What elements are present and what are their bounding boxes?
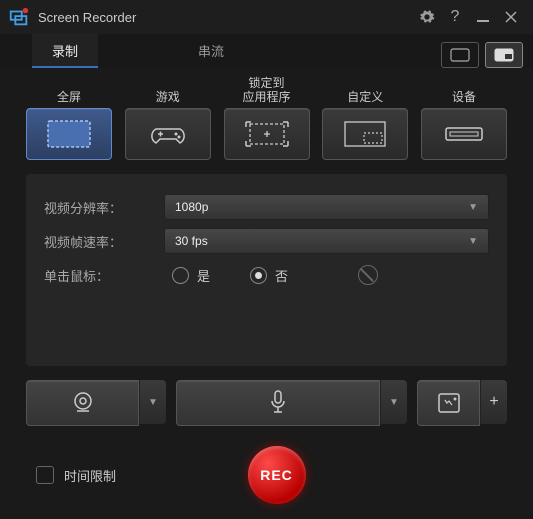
content: 全屏 游戏 锁定到 应用程序 自定义 设备	[0, 68, 533, 514]
mode-game-button[interactable]	[125, 108, 211, 160]
mode-game-label: 游戏	[156, 76, 180, 104]
preview-window-icon[interactable]	[441, 42, 479, 68]
radio-yes-label: 是	[197, 266, 210, 285]
mouseclick-label: 单击鼠标：	[44, 266, 164, 285]
webcam-dropdown[interactable]: ▼	[139, 380, 166, 424]
radio-no-label: 否	[275, 266, 288, 285]
app-icon	[8, 6, 30, 28]
pip-window-icon[interactable]	[485, 42, 523, 68]
help-icon[interactable]: ?	[441, 3, 469, 31]
resolution-label: 视频分辨率：	[44, 198, 164, 217]
rec-label: REC	[260, 467, 293, 483]
input-row: ▼ ▼ +	[26, 380, 507, 426]
app-title: Screen Recorder	[38, 10, 413, 25]
chevron-down-icon: ▼	[468, 236, 478, 247]
timelimit-checkbox[interactable]	[36, 466, 54, 484]
mode-custom-label: 自定义	[347, 76, 383, 104]
tab-stream[interactable]: 串流	[178, 33, 244, 68]
main-tabs: 录制 串流	[0, 34, 533, 68]
tab-record[interactable]: 录制	[32, 33, 98, 68]
mode-device-button[interactable]	[421, 108, 507, 160]
microphone-dropdown[interactable]: ▼	[380, 380, 407, 424]
overlay-button[interactable]	[417, 380, 480, 426]
microphone-button[interactable]	[176, 380, 380, 426]
mode-lockapp-label: 锁定到 应用程序	[242, 76, 290, 104]
overlay-add[interactable]: +	[480, 380, 507, 424]
titlebar: Screen Recorder ?	[0, 0, 533, 34]
view-buttons	[441, 42, 533, 68]
fps-value: 30 fps	[175, 234, 208, 248]
mode-fullscreen-label: 全屏	[57, 76, 81, 104]
resolution-select[interactable]: 1080p ▼	[164, 194, 489, 220]
mode-row: 全屏 游戏 锁定到 应用程序 自定义 设备	[14, 76, 519, 160]
disabled-icon	[358, 265, 378, 285]
mouseclick-no-radio[interactable]: 否	[250, 266, 288, 285]
minimize-icon[interactable]	[469, 3, 497, 31]
mode-fullscreen-button[interactable]	[26, 108, 112, 160]
fps-select[interactable]: 30 fps ▼	[164, 228, 489, 254]
webcam-button[interactable]	[26, 380, 139, 426]
mode-custom-button[interactable]	[322, 108, 408, 160]
timelimit-label: 时间限制	[64, 466, 116, 485]
mouseclick-yes-radio[interactable]: 是	[172, 266, 210, 285]
mode-lockapp-button[interactable]	[224, 108, 310, 160]
settings-panel: 视频分辨率： 1080p ▼ 视频帧速率： 30 fps ▼ 单击鼠标： 是	[26, 174, 507, 366]
fps-label: 视频帧速率：	[44, 232, 164, 251]
radio-icon	[250, 267, 267, 284]
radio-icon	[172, 267, 189, 284]
close-icon[interactable]	[497, 3, 525, 31]
bottom-bar: 时间限制 REC	[14, 426, 519, 504]
resolution-value: 1080p	[175, 200, 208, 214]
record-button[interactable]: REC	[248, 446, 306, 504]
mode-device-label: 设备	[452, 76, 476, 104]
settings-icon[interactable]	[413, 3, 441, 31]
chevron-down-icon: ▼	[468, 202, 478, 213]
